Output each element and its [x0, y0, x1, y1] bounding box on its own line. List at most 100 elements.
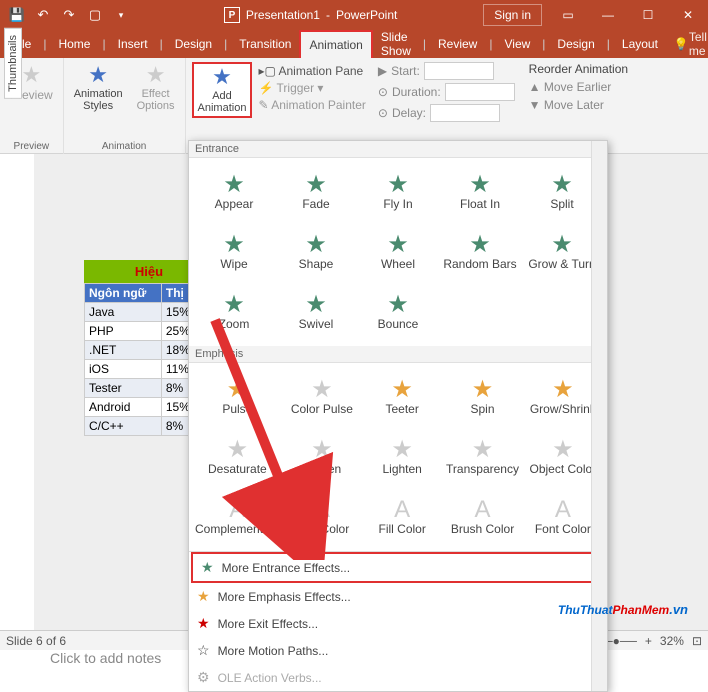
emphasis-darken[interactable]: ★Darken	[282, 427, 362, 487]
zoom-level[interactable]: 32%	[660, 634, 684, 648]
emphasis-color-pulse[interactable]: ★Color Pulse	[282, 367, 362, 427]
entrance-appear[interactable]: ★Appear	[193, 162, 275, 222]
emphasis-spin[interactable]: ★Spin	[442, 367, 522, 427]
emphasis-header: Emphasis	[189, 346, 607, 363]
star-icon: A	[229, 498, 245, 522]
tellme-search[interactable]: 💡 Tell me	[666, 30, 708, 58]
minimize-icon[interactable]: —	[588, 0, 628, 30]
title-bar: 💾 ↶ ↷ ▢ ▾ P Presentation1 - PowerPoint S…	[0, 0, 708, 30]
animation-pane-button[interactable]: ▸▢ Animation Pane	[258, 64, 365, 78]
move-later-button[interactable]: ▼ Move Later	[529, 98, 628, 112]
add-animation-button[interactable]: ★Add Animation	[192, 62, 253, 118]
duration-field[interactable]: ⊙ Duration:	[378, 83, 515, 101]
star-icon: ★	[311, 438, 333, 462]
ole-action-verbs: ⚙OLE Action Verbs...	[189, 664, 607, 691]
star-icon: ★	[552, 378, 574, 402]
star-icon: ★	[387, 233, 409, 257]
maximize-icon[interactable]: ☐	[628, 0, 668, 30]
star-icon: A	[555, 498, 571, 522]
redo-icon[interactable]: ↷	[58, 4, 80, 26]
undo-icon[interactable]: ↶	[32, 4, 54, 26]
animation-styles-button[interactable]: ★Animation Styles	[70, 62, 127, 114]
entrance-fade[interactable]: ★Fade	[275, 162, 357, 222]
entrance-wipe[interactable]: ★Wipe	[193, 222, 275, 282]
entrance-random-bars[interactable]: ★Random Bars	[439, 222, 521, 282]
notes-placeholder[interactable]: Click to add notes	[50, 650, 161, 666]
signin-button[interactable]: Sign in	[483, 4, 542, 26]
powerpoint-icon: P	[224, 7, 240, 23]
tab-design2[interactable]: Design	[549, 30, 602, 58]
star-icon: ★	[551, 173, 573, 197]
star-icon: ★	[391, 438, 413, 462]
entrance-header: Entrance	[189, 141, 607, 158]
star-icon: ★	[472, 438, 494, 462]
effect-options-button[interactable]: ★Effect Options	[133, 62, 179, 114]
more-entrance-effects[interactable]: ★More Entrance Effects...	[191, 552, 605, 583]
window-title: P Presentation1 - PowerPoint	[138, 7, 483, 23]
tab-review[interactable]: Review	[430, 30, 485, 58]
entrance-zoom[interactable]: ★Zoom	[193, 282, 275, 342]
star-icon: ★	[552, 438, 574, 462]
window-controls: ▭ — ☐ ✕	[548, 0, 708, 30]
save-icon[interactable]: 💾	[6, 4, 28, 26]
star-icon: ★	[305, 173, 327, 197]
entrance-wheel[interactable]: ★Wheel	[357, 222, 439, 282]
more-motion-paths[interactable]: ☆More Motion Paths...	[189, 637, 607, 664]
duration-input[interactable]	[445, 83, 515, 101]
delay-input[interactable]	[430, 104, 500, 122]
reorder-label: Reorder Animation	[529, 62, 628, 76]
doc-name: Presentation1	[246, 8, 320, 22]
tab-transitions[interactable]: Transition	[231, 30, 299, 58]
animation-gallery-dropdown: Entrance ★Appear★Fade★Fly In★Float In ★Sp…	[188, 140, 608, 692]
emphasis-lighten[interactable]: ★Lighten	[362, 427, 442, 487]
emphasis-line-color[interactable]: ALine Color	[282, 487, 362, 547]
star-icon: ★	[551, 233, 573, 257]
more-emphasis-effects[interactable]: ★More Emphasis Effects...	[189, 583, 607, 610]
quick-access-toolbar: 💾 ↶ ↷ ▢ ▾	[0, 4, 138, 26]
emphasis-teeter[interactable]: ★Teeter	[362, 367, 442, 427]
tab-slideshow[interactable]: Slide Show	[373, 30, 419, 58]
more-exit-effects[interactable]: ★More Exit Effects...	[189, 610, 607, 637]
star-icon: ★	[387, 293, 409, 317]
emphasis-complementary[interactable]: AComplementary	[193, 487, 282, 547]
emphasis-brush-color[interactable]: ABrush Color	[442, 487, 522, 547]
tab-insert[interactable]: Insert	[110, 30, 156, 58]
fit-icon[interactable]: ⊡	[692, 634, 702, 648]
tab-animations[interactable]: Animation	[299, 30, 372, 58]
app-name: PowerPoint	[336, 8, 397, 22]
star-icon: ★	[223, 173, 245, 197]
star-icon: ★	[305, 293, 327, 317]
tab-layout[interactable]: Layout	[614, 30, 666, 58]
emphasis-pulse[interactable]: ★Pulse	[193, 367, 282, 427]
star-icon: ★	[387, 173, 409, 197]
slideshow-icon[interactable]: ▢	[84, 4, 106, 26]
qat-dropdown-icon[interactable]: ▾	[110, 4, 132, 26]
animation-painter-button[interactable]: ✎ Animation Painter	[258, 98, 365, 112]
trigger-button[interactable]: ⚡ Trigger ▾	[258, 81, 365, 95]
entrance-swivel[interactable]: ★Swivel	[275, 282, 357, 342]
tab-home[interactable]: Home	[50, 30, 98, 58]
tab-design[interactable]: Design	[167, 30, 220, 58]
close-icon[interactable]: ✕	[668, 0, 708, 30]
ribbon-tabs: File | Home | Insert | Design | Transiti…	[0, 30, 708, 58]
thumbnails-tab[interactable]: Thumbnails	[4, 28, 22, 99]
move-earlier-button[interactable]: ▲ Move Earlier	[529, 80, 628, 94]
emphasis-desaturate[interactable]: ★Desaturate	[193, 427, 282, 487]
zoom-slider[interactable]: ─●──	[604, 634, 637, 648]
star-icon: A	[475, 498, 491, 522]
start-field[interactable]: ▶ Start:	[378, 62, 515, 80]
entrance-fly-in[interactable]: ★Fly In	[357, 162, 439, 222]
emphasis-transparency[interactable]: ★Transparency	[442, 427, 522, 487]
entrance-bounce[interactable]: ★Bounce	[357, 282, 439, 342]
star-icon: ★	[305, 233, 327, 257]
tab-view[interactable]: View	[496, 30, 538, 58]
emphasis-fill-color[interactable]: AFill Color	[362, 487, 442, 547]
entrance-shape[interactable]: ★Shape	[275, 222, 357, 282]
star-icon: ★	[227, 378, 249, 402]
star-icon: ★	[227, 438, 249, 462]
start-input[interactable]	[424, 62, 494, 80]
ribbon-group-timing: ▶ Start: ⊙ Duration: ⊙ Delay:	[372, 58, 521, 153]
entrance-float-in[interactable]: ★Float In	[439, 162, 521, 222]
delay-field[interactable]: ⊙ Delay:	[378, 104, 515, 122]
ribbon-options-icon[interactable]: ▭	[548, 0, 588, 30]
